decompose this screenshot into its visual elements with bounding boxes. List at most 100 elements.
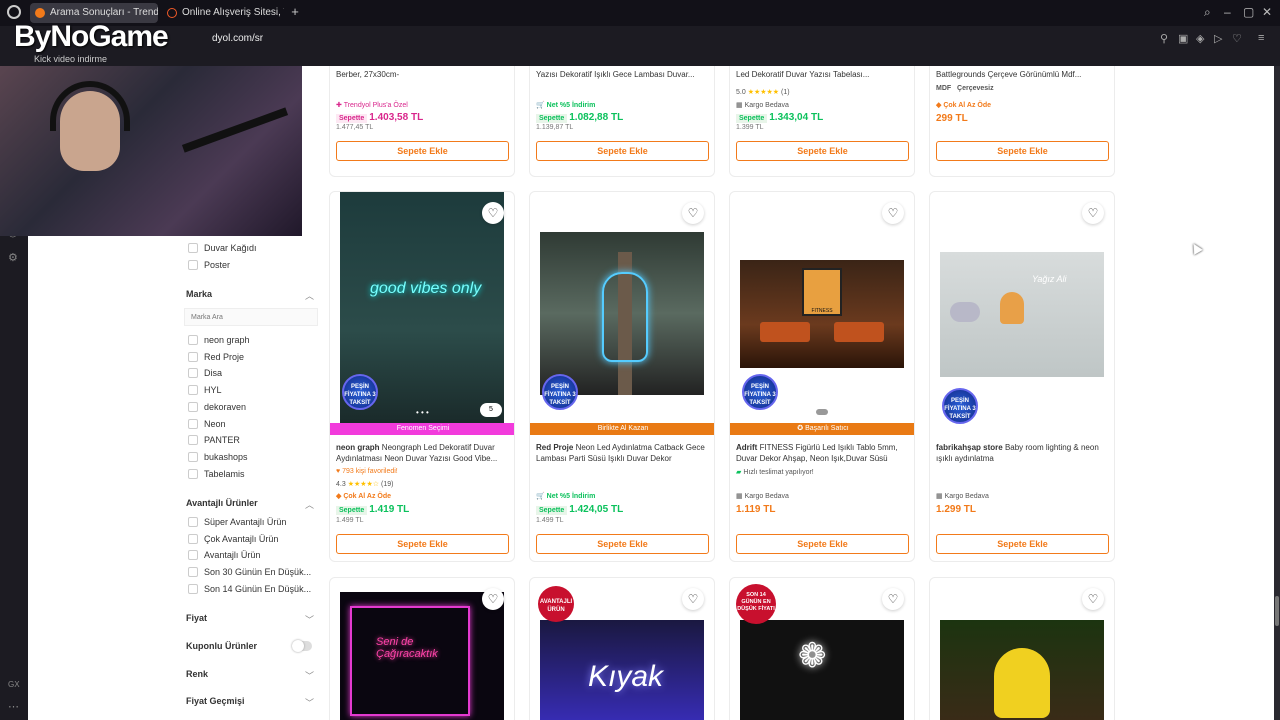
product-card[interactable]: ♡ xyxy=(929,577,1115,720)
add-to-cart-button[interactable]: Sepete Ekle xyxy=(336,534,509,554)
tab-online-shopping[interactable]: Online Alışveriş Sitesi, Türk xyxy=(162,3,284,23)
add-to-cart-button[interactable]: Sepete Ekle xyxy=(736,141,909,161)
add-to-cart-button[interactable]: Sepete Ekle xyxy=(536,534,709,554)
close-icon[interactable]: ✕ xyxy=(1262,5,1272,19)
product-card[interactable]: FITNESS ♡ PEŞİN FİYATINA 3 TAKSİT ✪ Başa… xyxy=(729,191,915,562)
filter-fiyat-header[interactable]: Fiyat ﹀ xyxy=(186,613,314,625)
lowest-price-badge: SON 14 GÜNÜN EN DÜŞÜK FİYATI xyxy=(736,584,776,624)
filter-duvar-kagidi[interactable]: Duvar Kağıdı xyxy=(188,243,257,253)
product-card[interactable]: Yazısı Dekoratif Işıklı Gece Lambası Duv… xyxy=(529,66,715,177)
search-icon[interactable]: ⌕ xyxy=(1204,5,1211,20)
add-to-cart-button[interactable]: Sepete Ekle xyxy=(336,141,509,161)
more-icon[interactable]: ⋯ xyxy=(8,700,19,713)
filter-label: HYL xyxy=(204,385,222,396)
add-to-cart-button[interactable]: Sepete Ekle xyxy=(936,534,1109,554)
filter-renk-header[interactable]: Renk ﹀ xyxy=(186,669,314,681)
stars-icon: ★★★★★ xyxy=(747,89,780,96)
play-icon[interactable]: ▷ xyxy=(1214,32,1222,45)
filter-fiyat-gecmisi-header[interactable]: Fiyat Geçmişi ﹀ xyxy=(186,696,314,708)
page-scrollbar[interactable] xyxy=(1274,66,1280,720)
settings-icon[interactable]: ⚙ xyxy=(8,251,18,264)
favorite-heart-icon[interactable]: ♡ xyxy=(1082,588,1104,610)
checkbox[interactable] xyxy=(188,418,198,429)
pin-icon[interactable]: ⚲ xyxy=(1160,32,1168,45)
checkbox[interactable] xyxy=(188,550,198,561)
checkbox[interactable] xyxy=(188,533,198,544)
filter-marka-item[interactable]: Neon xyxy=(188,418,226,429)
filter-avantajli-item[interactable]: Süper Avantajlı Ürün xyxy=(188,517,286,527)
filter-avantajli-item[interactable]: Avantajlı Ürün xyxy=(188,550,260,561)
favorite-heart-icon[interactable]: ♡ xyxy=(1082,202,1104,224)
stars-icon: ★★★★☆ xyxy=(347,481,380,488)
new-tab-button[interactable]: + xyxy=(288,5,302,19)
cart-value: 1.419 TL xyxy=(369,504,410,515)
add-to-cart-button[interactable]: Sepete Ekle xyxy=(936,141,1109,161)
bynogame-logo: ByNoGame xyxy=(14,20,169,53)
filter-marka-item[interactable]: HYL xyxy=(188,385,222,396)
product-card[interactable]: Seni de Çağıracaktık ♡ xyxy=(329,577,515,720)
favorite-heart-icon[interactable]: ♡ xyxy=(682,588,704,610)
filter-label: Poster xyxy=(204,260,231,270)
kuponlu-toggle[interactable] xyxy=(292,640,312,652)
favorite-heart-icon[interactable]: ♡ xyxy=(482,588,504,610)
product-card[interactable]: ❁ SON 14 GÜNÜN EN DÜŞÜK FİYATI ♡ xyxy=(729,577,915,720)
truck-icon: ▰ xyxy=(736,469,742,476)
product-card[interactable]: Kıyak AVANTAJLI ÜRÜN ♡ xyxy=(529,577,715,720)
product-card[interactable]: ♡ PEŞİN FİYATINA 3 TAKSİT Birlikte Al Ka… xyxy=(529,191,715,562)
filter-marka-item[interactable]: Tabelamis xyxy=(188,468,245,479)
url-field[interactable]: dyol.com/sr xyxy=(212,33,263,44)
filter-marka-item[interactable]: bukashops xyxy=(188,451,248,462)
filter-marka-item[interactable]: neon graph xyxy=(188,335,250,345)
carousel-dots[interactable]: • • • xyxy=(416,408,429,417)
product-card[interactable]: Berber, 27x30cm- ✚ Trendyol Plus'a Özel … xyxy=(329,66,515,177)
gx-icon[interactable]: GX xyxy=(8,680,20,689)
checkbox[interactable] xyxy=(188,451,198,462)
filter-avantajli-item[interactable]: Son 30 Günün En Düşük... xyxy=(188,567,311,578)
checkbox[interactable] xyxy=(188,368,198,379)
cart-value: 1.082,88 TL xyxy=(569,112,624,123)
checkbox[interactable] xyxy=(188,401,198,412)
filter-marka-item[interactable]: Red Proje xyxy=(188,351,244,362)
favorite-heart-icon[interactable]: ♡ xyxy=(682,202,704,224)
product-card[interactable]: Led Dekoratif Duvar Yazısı Tabelası... 5… xyxy=(729,66,915,177)
filter-avantajli-item[interactable]: Çok Avantajlı Ürün xyxy=(188,533,278,544)
product-price: 1.299 TL xyxy=(936,504,977,515)
product-card[interactable]: good vibes only • • • 5 ♡ PEŞİN FİYATINA… xyxy=(329,191,515,562)
photo-count: 5 xyxy=(480,403,502,417)
filter-avantajli-item[interactable]: Son 14 Günün En Düşük... xyxy=(188,583,311,594)
filter-poster[interactable]: Poster xyxy=(188,260,230,270)
scrollbar-thumb[interactable] xyxy=(1275,596,1279,626)
checkbox[interactable] xyxy=(188,351,198,362)
product-card[interactable]: Yağız Ali ♡ PEŞİN FİYATINA 3 TAKSİT fabr… xyxy=(929,191,1115,562)
menu-icon[interactable]: ≡ xyxy=(1258,32,1264,44)
filter-marka-item[interactable]: dekoraven xyxy=(188,401,246,412)
filter-marka-header[interactable]: Marka ︿ xyxy=(186,289,314,301)
filter-avantajli-header[interactable]: Avantajlı Ürünler ︿ xyxy=(186,498,314,510)
heart-icon[interactable]: ♡ xyxy=(1232,32,1242,45)
checkbox[interactable] xyxy=(188,517,198,527)
favorite-heart-icon[interactable]: ♡ xyxy=(482,202,504,224)
checkbox[interactable] xyxy=(188,468,198,479)
checkbox[interactable] xyxy=(188,583,198,594)
snapshot-icon[interactable]: ▣ xyxy=(1178,32,1188,45)
checkbox[interactable] xyxy=(188,567,198,578)
checkbox[interactable] xyxy=(188,335,198,345)
bookmark-kick-video[interactable]: Kick video indirme xyxy=(34,54,107,64)
add-to-cart-button[interactable]: Sepete Ekle xyxy=(536,141,709,161)
installment-badge: PEŞİN FİYATINA 3 TAKSİT xyxy=(742,374,778,410)
checkbox[interactable] xyxy=(188,435,198,446)
add-to-cart-button[interactable]: Sepete Ekle xyxy=(736,534,909,554)
trendyol-favicon-icon xyxy=(35,8,45,18)
filter-marka-item[interactable]: PANTER xyxy=(188,435,240,446)
shield-icon[interactable]: ◈ xyxy=(1196,32,1204,45)
favorite-heart-icon[interactable]: ♡ xyxy=(882,588,904,610)
banner-text: Başarılı Satıcı xyxy=(805,425,849,432)
product-card[interactable]: Battlegrounds Çerçeve Görünümlü Mdf... M… xyxy=(929,66,1115,177)
opera-icon[interactable] xyxy=(7,5,21,19)
minimize-icon[interactable]: – xyxy=(1224,5,1231,19)
maximize-icon[interactable]: ▢ xyxy=(1243,5,1254,19)
checkbox[interactable] xyxy=(188,385,198,396)
marka-search-input[interactable]: Marka Ara xyxy=(184,308,318,326)
favorite-heart-icon[interactable]: ♡ xyxy=(882,202,904,224)
filter-marka-item[interactable]: Disa xyxy=(188,368,222,379)
